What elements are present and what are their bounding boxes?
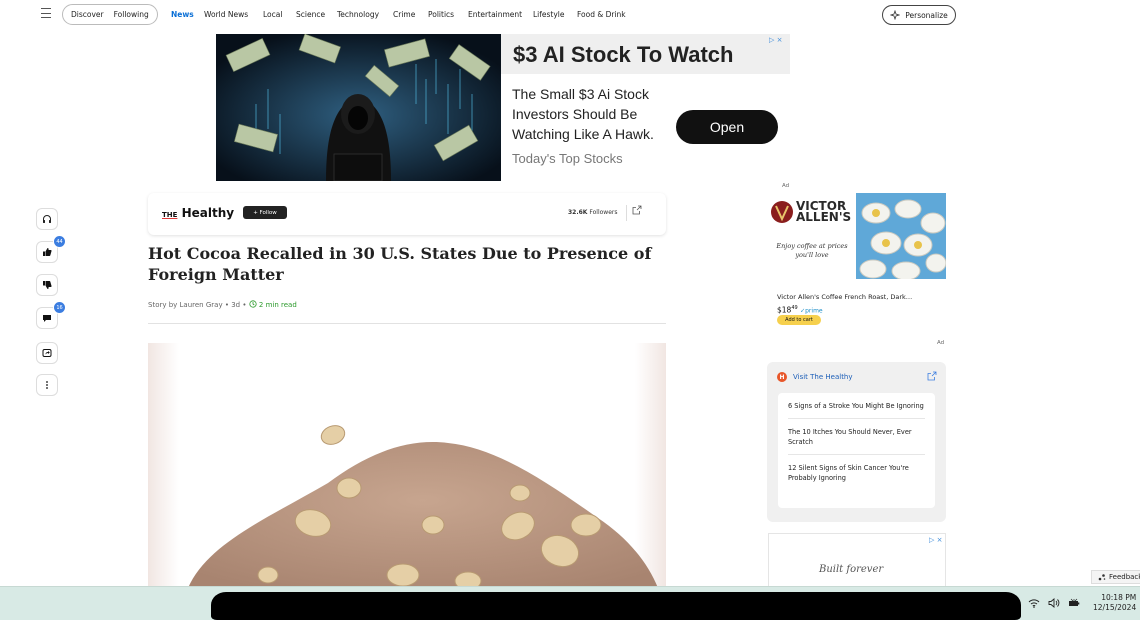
more-vertical-icon <box>46 381 48 389</box>
thumbs-down-icon <box>43 281 52 289</box>
follow-button[interactable]: + Follow <box>243 206 287 219</box>
product-price: $1849 ✓prime <box>777 305 823 315</box>
volume-icon[interactable] <box>1048 598 1060 608</box>
divider <box>148 323 666 324</box>
nav-category-food-drink[interactable]: Food & Drink <box>577 10 626 19</box>
nav-category-science[interactable]: Science <box>296 10 325 19</box>
taskbar-clock[interactable]: 10:18 PM 12/15/2024 <box>1093 593 1136 613</box>
related-link[interactable]: The 10 Itches You Should Never, Ever Scr… <box>788 419 925 455</box>
comment-icon <box>43 315 51 322</box>
product-ad-image: VICTOR ALLEN'S Enjoy coffee at prices you… <box>768 193 947 281</box>
personalize-button[interactable]: Personalize <box>882 5 956 25</box>
nav-category-lifestyle[interactable]: Lifestyle <box>533 10 565 19</box>
feedback-button[interactable]: Feedback <box>1091 570 1140 584</box>
product-ad-card[interactable]: VICTOR ALLEN'S Enjoy coffee at prices you… <box>768 193 947 338</box>
banner-ad-body: The Small $3 Ai Stock Investors Should B… <box>512 86 654 142</box>
nav-category-entertainment[interactable]: Entertainment <box>468 10 522 19</box>
banner-ad-image <box>216 34 501 181</box>
read-time: 2 min read <box>258 301 297 309</box>
share-icon <box>42 349 52 357</box>
banner-ad-title[interactable]: $3 AI Stock To Watch <box>513 42 733 68</box>
adchoices-icon[interactable]: ▷ × <box>769 36 782 44</box>
listen-button[interactable] <box>36 208 58 230</box>
publisher-logo[interactable]: THE Healthy <box>162 206 234 220</box>
adchoices-icon[interactable]: ▷ × <box>929 536 942 544</box>
ad-script-text: Built forever <box>819 564 884 575</box>
nav-category-world-news[interactable]: World News <box>204 10 248 19</box>
feedback-icon <box>1098 574 1106 581</box>
secondary-ad[interactable]: ▷ × Built forever <box>768 533 946 588</box>
top-nav: Discover Following News World News Local… <box>0 0 1140 30</box>
prime-badge: ✓prime <box>800 307 823 315</box>
nav-category-news[interactable]: News <box>171 10 194 19</box>
feedback-label: Feedback <box>1109 573 1140 581</box>
ad-label: Ad <box>782 183 790 189</box>
redacted-region <box>211 592 1021 620</box>
more-options-button[interactable] <box>36 374 58 396</box>
wifi-icon[interactable] <box>1028 598 1040 608</box>
nav-category-politics[interactable]: Politics <box>428 10 454 19</box>
system-tray <box>1028 598 1080 608</box>
sparkle-icon <box>890 10 901 20</box>
nav-category-technology[interactable]: Technology <box>337 10 379 19</box>
nav-category-local[interactable]: Local <box>263 10 282 19</box>
publisher-card: THE Healthy + Follow 32.6K Followers <box>148 193 666 235</box>
article-age: 3d <box>231 301 241 309</box>
comments-button[interactable]: 16 <box>36 301 66 329</box>
like-button[interactable]: 44 <box>36 235 66 263</box>
discover-tab[interactable]: Discover <box>63 10 104 19</box>
add-to-cart-button[interactable]: Add to cart <box>777 315 821 325</box>
ad-label: Ad <box>937 340 945 346</box>
external-link-icon[interactable] <box>927 371 937 381</box>
comments-count-badge: 16 <box>53 301 66 314</box>
followers-count: 32.6K Followers <box>568 209 618 216</box>
divider <box>626 205 627 221</box>
banner-ad-source: Today's Top Stocks <box>512 151 623 166</box>
menu-icon[interactable] <box>41 8 51 18</box>
likes-count-badge: 44 <box>53 235 66 248</box>
banner-ad[interactable]: $3 AI Stock To Watch ▷ × The Small $3 Ai… <box>216 34 790 181</box>
banner-open-button[interactable]: Open <box>676 110 778 144</box>
clock-time: 10:18 PM <box>1101 593 1137 602</box>
article-byline: Story by Lauren Gray • 3d • 2 min read <box>148 300 297 309</box>
clock-icon <box>249 300 257 308</box>
related-link[interactable]: 6 Signs of a Stroke You Might Be Ignorin… <box>788 393 925 419</box>
battery-icon[interactable] <box>1068 598 1080 608</box>
product-tagline: Enjoy coffee at prices you'll love <box>776 242 848 259</box>
publisher-links-card: H Visit The Healthy 6 Signs of a Stroke … <box>767 362 946 522</box>
visit-publisher-label: Visit The Healthy <box>793 373 853 381</box>
article-hero-image <box>148 343 666 588</box>
personalize-label: Personalize <box>905 10 948 20</box>
product-brand: VICTOR ALLEN'S <box>796 199 852 224</box>
article-headline: Hot Cocoa Recalled in 30 U.S. States Due… <box>148 244 652 284</box>
share-button[interactable] <box>36 342 58 364</box>
related-links-list: 6 Signs of a Stroke You Might Be Ignorin… <box>778 393 935 508</box>
headphones-icon <box>43 215 51 223</box>
thumbs-up-icon <box>43 248 52 256</box>
external-link-icon[interactable] <box>632 205 642 215</box>
visit-publisher-link[interactable]: H Visit The Healthy <box>777 372 853 382</box>
product-title[interactable]: Victor Allen's Coffee French Roast, Dark… <box>777 293 912 301</box>
clock-date: 12/15/2024 <box>1093 603 1137 612</box>
publisher-icon: H <box>777 372 787 382</box>
author[interactable]: Story by Lauren Gray <box>148 301 223 309</box>
dislike-button[interactable] <box>36 274 58 296</box>
related-link[interactable]: 12 Silent Signs of Skin Cancer You're Pr… <box>788 455 925 490</box>
nav-category-crime[interactable]: Crime <box>393 10 415 19</box>
feed-switcher: Discover Following <box>62 4 158 25</box>
following-tab[interactable]: Following <box>104 10 149 19</box>
